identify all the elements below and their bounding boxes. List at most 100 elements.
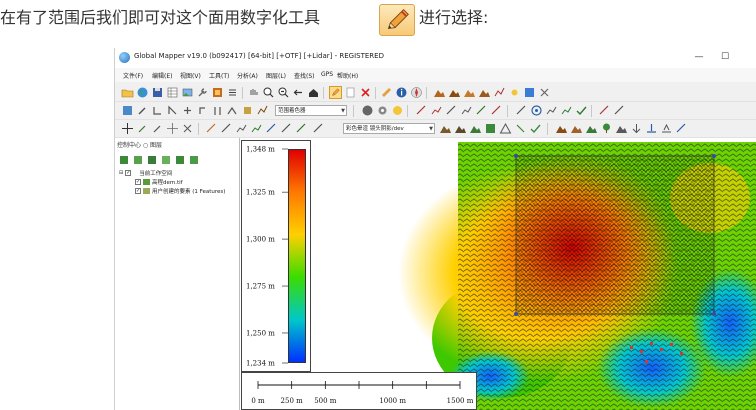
vertex-edit-icon[interactable] (151, 122, 164, 135)
measure-icon[interactable] (380, 86, 393, 99)
draw-line-icon-4[interactable] (460, 104, 473, 117)
tool-icon-c[interactable] (166, 104, 179, 117)
layer-tool-icon-5[interactable] (175, 150, 185, 164)
terrain-icon-1[interactable] (433, 86, 446, 99)
tool-icon-f[interactable] (211, 104, 224, 117)
grid-icon[interactable] (523, 86, 536, 99)
tool-icon-d[interactable] (181, 104, 194, 117)
menu-gps[interactable]: GPS (321, 71, 333, 78)
menu-layer[interactable]: 图层(L) (266, 71, 286, 80)
edit-feature-icon-3[interactable] (235, 122, 248, 135)
shade-tool-icon-5[interactable] (499, 122, 512, 135)
globe-icon[interactable] (136, 86, 149, 99)
3d-tool-icon-3[interactable] (585, 122, 598, 135)
draw-line-icon-7[interactable] (515, 104, 528, 117)
draw-line-icon-8[interactable] (545, 104, 558, 117)
info-icon[interactable] (395, 86, 408, 99)
digitizer-pencil-icon[interactable] (329, 86, 342, 99)
draw-line-icon-1[interactable] (415, 104, 428, 117)
edit-feature-icon-6[interactable] (280, 122, 293, 135)
image-icon[interactable] (181, 86, 194, 99)
crosshair-icon[interactable] (166, 122, 179, 135)
shade-tool-icon-6[interactable] (514, 122, 527, 135)
terrain-icon-2[interactable] (448, 86, 461, 99)
wrench-icon[interactable] (196, 86, 209, 99)
zoom-out-icon[interactable] (277, 86, 290, 99)
3d-tool-icon-1[interactable] (555, 122, 568, 135)
pan-icon[interactable] (247, 86, 260, 99)
edit-feature-icon-7[interactable] (295, 122, 308, 135)
globe-tool-icon[interactable] (361, 104, 374, 117)
edit-feature-icon-1[interactable] (205, 122, 218, 135)
target-icon[interactable] (530, 104, 543, 117)
minimize-button[interactable]: — (691, 50, 707, 65)
edit-feature-icon-5[interactable] (265, 122, 278, 135)
3d-tool-icon-6[interactable] (645, 122, 658, 135)
draw-line-icon-11[interactable] (613, 104, 626, 117)
tool-icon-g[interactable] (226, 104, 239, 117)
tool-icon-h[interactable] (241, 104, 254, 117)
3d-tool-icon-5[interactable] (630, 122, 643, 135)
draw-line-icon-6[interactable] (490, 104, 503, 117)
save-icon[interactable] (151, 86, 164, 99)
draw-line-icon-10[interactable] (598, 104, 611, 117)
tree-root[interactable]: ⊟ ✓ 当前工作空间 (119, 168, 172, 177)
home-icon[interactable] (307, 86, 320, 99)
3d-tool-icon-8[interactable] (675, 122, 688, 135)
tool-icon-i[interactable] (256, 104, 269, 117)
menu-analysis[interactable]: 分析(A) (237, 71, 258, 80)
map-layer-icon[interactable] (211, 86, 224, 99)
scissors-icon[interactable] (181, 122, 194, 135)
tool-icon-e[interactable] (196, 104, 209, 117)
tool-icon-a[interactable] (136, 104, 149, 117)
tool-icon-b[interactable] (151, 104, 164, 117)
moon-icon[interactable] (391, 104, 404, 117)
shade-tool-icon-2[interactable] (454, 122, 467, 135)
close-small-icon[interactable] (538, 86, 551, 99)
shade-tool-icon-7[interactable] (529, 122, 542, 135)
terrain-icon-4[interactable] (478, 86, 491, 99)
edit-feature-icon-2[interactable] (220, 122, 233, 135)
shade-tool-icon-3[interactable] (469, 122, 482, 135)
terrain-icon-3[interactable] (463, 86, 476, 99)
3d-tool-icon-2[interactable] (570, 122, 583, 135)
compass-icon[interactable] (410, 86, 423, 99)
edit-feature-icon-4[interactable] (250, 122, 263, 135)
layer-tool-icon-6[interactable] (189, 150, 199, 164)
edit-feature-icon-8[interactable] (312, 122, 325, 135)
tree-layer-dem[interactable]: ✓ 高程dem.tif (135, 177, 183, 186)
draw-line-icon-5[interactable] (475, 104, 488, 117)
menu-file[interactable]: 文件(F) (123, 71, 143, 80)
tree-layer-features[interactable]: ✓ 用户创建的要素 (1 Features) (135, 186, 225, 195)
draw-line-icon-9[interactable] (560, 104, 573, 117)
elevation-map[interactable] (240, 138, 756, 410)
gear-icon[interactable] (376, 104, 389, 117)
menu-help[interactable]: 帮助(H) (337, 71, 358, 80)
shade-tool-icon-1[interactable] (439, 122, 452, 135)
close-x-icon[interactable] (359, 86, 372, 99)
layer-tool-icon-1[interactable] (119, 150, 129, 164)
menu-view[interactable]: 视图(V) (180, 71, 201, 80)
shader-select[interactable]: 彩色晕渲 镜头阴影/dev ▼ (343, 123, 435, 134)
layer-select[interactable]: 范围着色器 ▼ (275, 105, 347, 116)
zoom-in-icon[interactable] (262, 86, 275, 99)
tree-icon[interactable] (600, 122, 613, 135)
layers-icon[interactable] (121, 104, 134, 117)
menu-tools[interactable]: 工具(T) (209, 71, 229, 80)
layer-tool-icon-4[interactable] (161, 150, 171, 164)
3d-tool-icon-4[interactable] (615, 122, 628, 135)
layer-tool-icon-3[interactable] (147, 150, 157, 164)
shade-tool-icon-4[interactable] (484, 122, 497, 135)
draw-line-icon-2[interactable] (430, 104, 443, 117)
move-icon[interactable] (121, 122, 134, 135)
vertex-icon[interactable] (136, 122, 149, 135)
list-icon[interactable] (226, 86, 239, 99)
draw-line-icon-3[interactable] (445, 104, 458, 117)
sun-icon[interactable] (508, 86, 521, 99)
table-icon[interactable] (166, 86, 179, 99)
back-arrow-icon[interactable] (292, 86, 305, 99)
3d-tool-icon-7[interactable] (660, 122, 673, 135)
open-folder-icon[interactable] (121, 86, 134, 99)
profile-icon[interactable] (493, 86, 506, 99)
map-view[interactable]: 1,348 m 1,325 m 1,300 m 1,275 m 1,250 m 1,234… (240, 138, 756, 410)
